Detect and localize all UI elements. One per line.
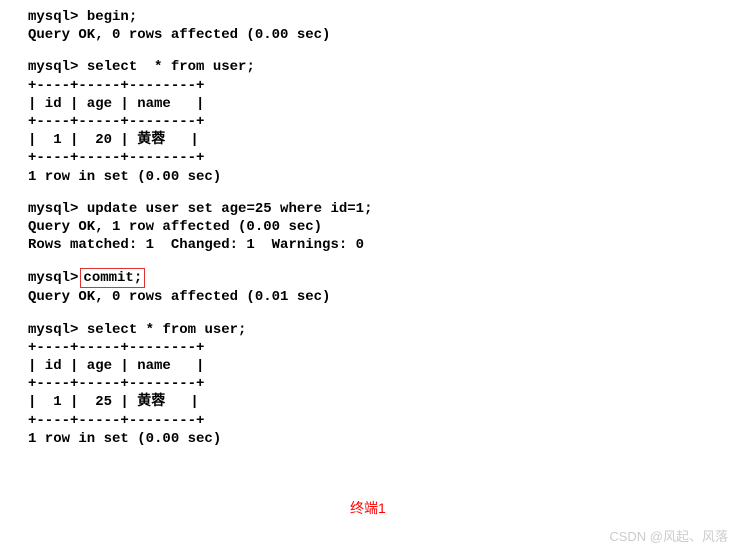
table-sep: +----+-----+--------+ [28, 375, 710, 393]
sql-update: update user set age=25 where id=1; [87, 201, 373, 217]
mysql-prompt: mysql> [28, 59, 78, 75]
sql-select: select * from user; [87, 322, 247, 338]
watermark-text: CSDN @风起、风落 [609, 526, 728, 545]
query-result: 1 row in set (0.00 sec) [28, 168, 710, 186]
table-row: | 1 | 25 | 黄蓉 | [28, 393, 710, 411]
prompt-line: mysql> update user set age=25 where id=1… [28, 200, 710, 218]
prompt-line: mysql> begin; [28, 8, 710, 26]
sql-begin: begin; [87, 9, 137, 25]
table-row: | 1 | 20 | 黄蓉 | [28, 131, 710, 149]
sql-select: select * from user; [87, 59, 255, 75]
mysql-prompt: mysql> [28, 9, 78, 25]
table-sep: +----+-----+--------+ [28, 113, 710, 131]
query-result: Rows matched: 1 Changed: 1 Warnings: 0 [28, 236, 710, 254]
mysql-terminal-output: mysql> begin; Query OK, 0 rows affected … [0, 0, 738, 456]
mysql-prompt: mysql> [28, 270, 78, 286]
query-result: Query OK, 1 row affected (0.00 sec) [28, 218, 710, 236]
prompt-line: mysql> select * from user; [28, 58, 710, 76]
query-result: Query OK, 0 rows affected (0.01 sec) [28, 288, 710, 306]
mysql-prompt: mysql> [28, 201, 78, 217]
query-result: Query OK, 0 rows affected (0.00 sec) [28, 26, 710, 44]
table-header: | id | age | name | [28, 357, 710, 375]
prompt-line: mysql>commit; [28, 268, 710, 288]
query-result: 1 row in set (0.00 sec) [28, 430, 710, 448]
mysql-prompt: mysql> [28, 322, 78, 338]
table-sep: +----+-----+--------+ [28, 149, 710, 167]
table-sep: +----+-----+--------+ [28, 77, 710, 95]
commit-highlight: commit; [80, 268, 145, 288]
table-sep: +----+-----+--------+ [28, 339, 710, 357]
table-header: | id | age | name | [28, 95, 710, 113]
terminal-label: 终端1 [350, 498, 386, 518]
prompt-line: mysql> select * from user; [28, 321, 710, 339]
table-sep: +----+-----+--------+ [28, 412, 710, 430]
